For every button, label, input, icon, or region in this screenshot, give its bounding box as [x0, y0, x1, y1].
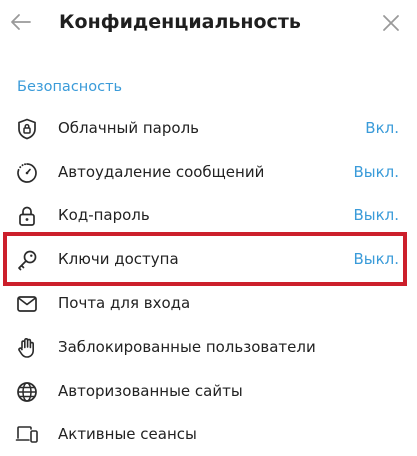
- row-auto-delete[interactable]: Автоудаление сообщений Выкл.: [0, 151, 417, 194]
- row-label: Ключи доступа: [58, 250, 179, 268]
- shield-lock-icon: [15, 117, 39, 141]
- row-value: Выкл.: [353, 163, 399, 181]
- header-bar: Конфиденциальность: [0, 0, 417, 50]
- row-label: Активные сеансы: [58, 425, 197, 443]
- row-cloud-password[interactable]: Облачный пароль Вкл.: [0, 107, 417, 150]
- mail-icon: [15, 292, 39, 316]
- row-value: Выкл.: [353, 250, 399, 268]
- globe-icon: [15, 380, 39, 404]
- row-passkeys[interactable]: Ключи доступа Выкл.: [0, 238, 417, 281]
- row-label: Заблокированные пользователи: [58, 338, 316, 356]
- row-login-email[interactable]: Почта для входа: [0, 282, 417, 325]
- hand-icon: [15, 336, 39, 360]
- row-label: Автоудаление сообщений: [58, 163, 265, 181]
- row-blocked-users[interactable]: Заблокированные пользователи: [0, 326, 417, 369]
- lock-icon: [15, 204, 39, 228]
- close-button[interactable]: [381, 13, 401, 33]
- row-active-sessions[interactable]: Активные сеансы: [0, 413, 417, 456]
- row-label: Почта для входа: [58, 294, 191, 312]
- row-label: Авторизованные сайты: [58, 382, 243, 400]
- section-title-security: Безопасность: [17, 79, 123, 95]
- timer-icon: [15, 161, 39, 185]
- back-button[interactable]: [8, 9, 34, 35]
- key-icon: [15, 248, 39, 272]
- arrow-left-icon: [11, 14, 31, 30]
- row-label: Облачный пароль: [58, 119, 199, 137]
- row-value: Вкл.: [365, 119, 399, 137]
- row-authorized-sites[interactable]: Авторизованные сайты: [0, 370, 417, 413]
- row-label: Код-пароль: [58, 206, 150, 224]
- close-icon: [383, 15, 399, 31]
- row-value: Выкл.: [353, 206, 399, 224]
- devices-icon: [15, 423, 39, 447]
- row-passcode[interactable]: Код-пароль Выкл.: [0, 194, 417, 237]
- page-title: Конфиденциальность: [59, 11, 301, 33]
